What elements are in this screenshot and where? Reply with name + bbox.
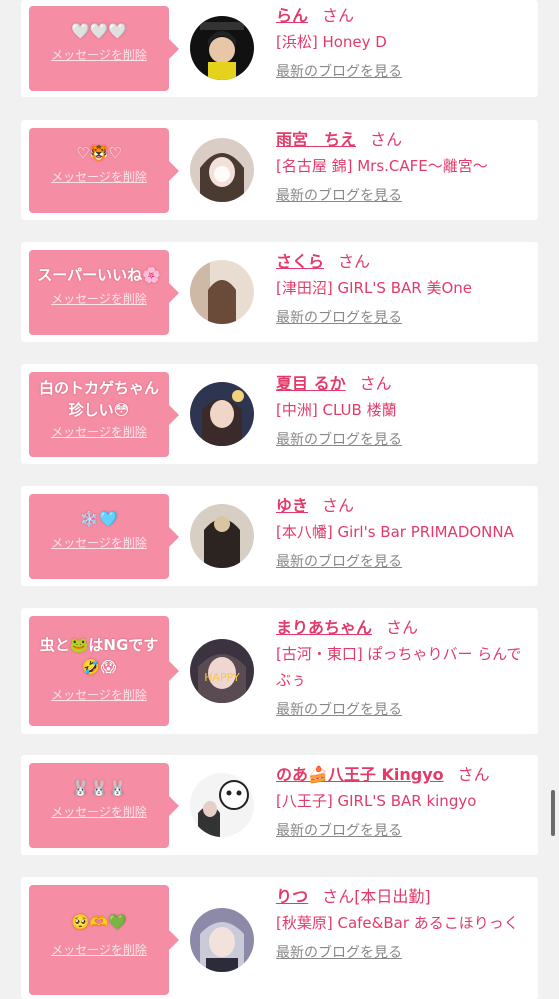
message-card: 白のトカゲちゃん 珍しい😳 メッセージを削除 夏目 るか さん [中洲] CLUB… xyxy=(21,364,538,464)
message-card: ❄️🩵 メッセージを削除 ゆき さん [本八幡] Girl's Bar PRIMA… xyxy=(21,486,538,586)
delete-message-link[interactable]: メッセージを削除 xyxy=(51,803,147,820)
delete-message-link[interactable]: メッセージを削除 xyxy=(51,423,147,440)
latest-blog-link[interactable]: 最新のブログを見る xyxy=(276,551,402,571)
avatar[interactable] xyxy=(190,504,254,568)
latest-blog-link[interactable]: 最新のブログを見る xyxy=(276,185,402,205)
cast-info: まりあちゃん さん [古河・東口] ぽっちゃりバー らんでぶぅ 最新のブログを見る xyxy=(276,618,532,719)
avatar[interactable] xyxy=(190,138,254,202)
avatar[interactable]: HAPPY xyxy=(190,639,254,703)
delete-message-link[interactable]: メッセージを削除 xyxy=(51,290,147,307)
cast-info: 雨宮 ちえ さん [名古屋 錦] Mrs.CAFE〜離宮〜 最新のブログを見る xyxy=(276,130,532,205)
honorific: さん xyxy=(322,496,355,515)
delete-message-link[interactable]: メッセージを削除 xyxy=(51,941,147,958)
message-bubble: 🤍🤍🤍 メッセージを削除 xyxy=(29,6,179,91)
shop-name: [秋葉原] Cafe&Bar あるこほりっく xyxy=(276,914,519,932)
message-card: 🐰🐰🐰 メッセージを削除 のあ🍰八王子 Kingyo さん [八王子] GIRL'… xyxy=(21,755,538,855)
message-text: 虫と🐸はNGです 🤣😱 xyxy=(39,636,159,676)
delete-message-link[interactable]: メッセージを削除 xyxy=(51,168,147,185)
honorific: さん xyxy=(359,374,392,393)
message-card: スーパーいいね🌸 メッセージを削除 さくら さん [津田沼] GIRL'S BAR… xyxy=(21,242,538,342)
avatar[interactable] xyxy=(190,908,254,972)
avatar[interactable] xyxy=(190,16,254,80)
avatar[interactable] xyxy=(190,773,254,837)
cast-info: さくら さん [津田沼] GIRL'S BAR 美One 最新のブログを見る xyxy=(276,252,532,327)
latest-blog-link[interactable]: 最新のブログを見る xyxy=(276,820,402,840)
delete-message-link[interactable]: メッセージを削除 xyxy=(51,46,147,63)
cast-info: のあ🍰八王子 Kingyo さん [八王子] GIRL'S BAR kingyo … xyxy=(276,765,532,840)
shop-name: [本八幡] Girl's Bar PRIMADONNA xyxy=(276,523,514,541)
cast-name-link[interactable]: りつ xyxy=(276,887,308,906)
delete-message-link[interactable]: メッセージを削除 xyxy=(51,534,147,551)
message-bubble: 虫と🐸はNGです 🤣😱 メッセージを削除 xyxy=(29,616,179,726)
message-card: 🤍🤍🤍 メッセージを削除 らん さん [浜松] Honey D 最新のブログを見る xyxy=(21,0,538,97)
delete-message-link[interactable]: メッセージを削除 xyxy=(51,686,147,703)
message-bubble: スーパーいいね🌸 メッセージを削除 xyxy=(29,250,179,335)
cast-info: りつ さん[本日出勤] [秋葉原] Cafe&Bar あるこほりっく 最新のブログ… xyxy=(276,887,532,962)
cast-name-link[interactable]: さくら xyxy=(276,252,324,271)
message-text: スーパーいいね🌸 xyxy=(37,266,161,284)
honorific: さん xyxy=(322,6,355,25)
latest-blog-link[interactable]: 最新のブログを見る xyxy=(276,61,402,81)
message-bubble: ❄️🩵 メッセージを削除 xyxy=(29,494,179,579)
message-card: 虫と🐸はNGです 🤣😱 メッセージを削除 HAPPY まりあちゃん さん [古河・… xyxy=(21,608,538,734)
shop-name: [浜松] Honey D xyxy=(276,33,387,51)
message-bubble: 🐰🐰🐰 メッセージを削除 xyxy=(29,763,179,848)
cast-name-link[interactable]: まりあちゃん xyxy=(276,618,372,637)
latest-blog-link[interactable]: 最新のブログを見る xyxy=(276,942,402,962)
message-text: ♡🐯♡ xyxy=(76,144,122,162)
scrollbar[interactable] xyxy=(551,790,555,836)
message-text: ❄️🩵 xyxy=(80,510,118,528)
message-bubble: 🥺🫶💚 メッセージを削除 xyxy=(29,885,179,995)
avatar[interactable] xyxy=(190,382,254,446)
message-bubble: 白のトカゲちゃん 珍しい😳 メッセージを削除 xyxy=(29,372,179,457)
cast-name-link[interactable]: らん xyxy=(276,6,308,25)
cast-info: ゆき さん [本八幡] Girl's Bar PRIMADONNA 最新のブログを… xyxy=(276,496,532,571)
avatar[interactable] xyxy=(190,260,254,324)
honorific: さん xyxy=(338,252,371,271)
latest-blog-link[interactable]: 最新のブログを見る xyxy=(276,699,402,719)
shop-name: [八王子] GIRL'S BAR kingyo xyxy=(276,792,477,810)
latest-blog-link[interactable]: 最新のブログを見る xyxy=(276,429,402,449)
working-today-badge: [本日出勤] xyxy=(354,887,431,906)
latest-blog-link[interactable]: 最新のブログを見る xyxy=(276,307,402,327)
honorific: さん xyxy=(386,618,419,637)
honorific: さん xyxy=(457,765,490,784)
message-bubble: ♡🐯♡ メッセージを削除 xyxy=(29,128,179,213)
honorific: さん xyxy=(322,887,355,906)
svg-text:HAPPY: HAPPY xyxy=(204,671,240,684)
message-card: ♡🐯♡ メッセージを削除 雨宮 ちえ さん [名古屋 錦] Mrs.CAFE〜離宮… xyxy=(21,120,538,220)
shop-name: [古河・東口] ぽっちゃりバー らんでぶぅ xyxy=(276,645,522,689)
shop-name: [津田沼] GIRL'S BAR 美One xyxy=(276,279,472,297)
cast-info: 夏目 るか さん [中洲] CLUB 楼蘭 最新のブログを見る xyxy=(276,374,532,449)
shop-name: [名古屋 錦] Mrs.CAFE〜離宮〜 xyxy=(276,157,488,175)
cast-info: らん さん [浜松] Honey D 最新のブログを見る xyxy=(276,6,532,81)
cast-name-link[interactable]: 夏目 るか xyxy=(276,374,346,393)
cast-name-link[interactable]: 雨宮 ちえ xyxy=(276,130,356,149)
message-text: 🐰🐰🐰 xyxy=(70,779,128,797)
message-card: 🥺🫶💚 メッセージを削除 りつ さん[本日出勤] [秋葉原] Cafe&Bar あ… xyxy=(21,877,538,999)
message-text: 白のトカゲちゃん 珍しい😳 xyxy=(38,379,159,419)
cast-name-link[interactable]: ゆき xyxy=(276,496,308,515)
honorific: さん xyxy=(370,130,403,149)
message-text: 🥺🫶💚 xyxy=(70,913,128,931)
cast-name-link[interactable]: のあ🍰八王子 Kingyo xyxy=(276,765,444,784)
message-text: 🤍🤍🤍 xyxy=(70,22,128,40)
shop-name: [中洲] CLUB 楼蘭 xyxy=(276,401,397,419)
